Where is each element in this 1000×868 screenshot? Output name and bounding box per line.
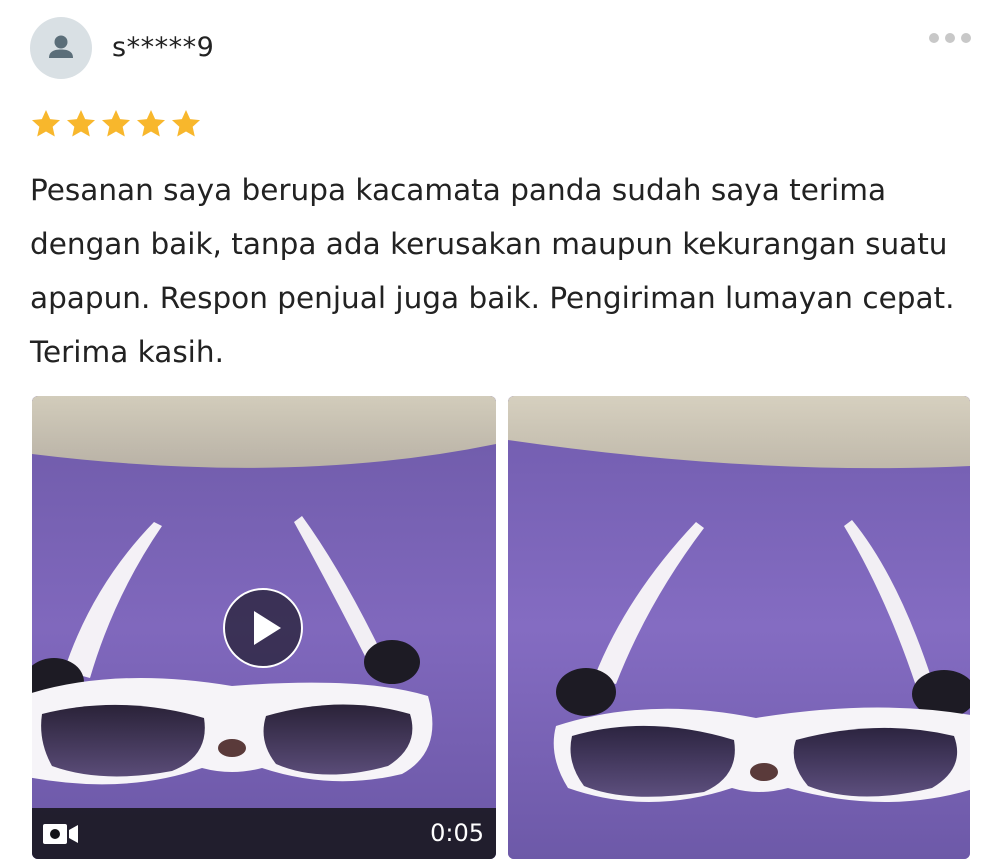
- video-duration: 0:05: [430, 819, 484, 847]
- star-icon: [137, 110, 165, 137]
- star-rating: [30, 108, 202, 140]
- review-card: s*****9 Pesanan saya berupa kacamata pan…: [0, 0, 1000, 868]
- star-icon: [172, 110, 200, 137]
- star-icon: [102, 110, 130, 137]
- user-icon: [49, 35, 73, 58]
- panda-glasses-photo: [508, 396, 970, 859]
- more-dots-icon: [929, 33, 971, 43]
- star-icon: [32, 110, 60, 137]
- review-photo-thumbnail[interactable]: [508, 396, 970, 859]
- star-icon: [67, 110, 95, 137]
- video-info-bar: 0:05: [32, 808, 496, 859]
- video-camera-icon: [43, 824, 78, 844]
- play-icon: [223, 588, 303, 668]
- review-text: Pesanan saya berupa kacamata panda sudah…: [30, 173, 955, 369]
- avatar[interactable]: [30, 17, 92, 79]
- more-options-button[interactable]: [920, 20, 980, 56]
- play-button[interactable]: [222, 587, 304, 669]
- username: s*****9: [112, 32, 215, 63]
